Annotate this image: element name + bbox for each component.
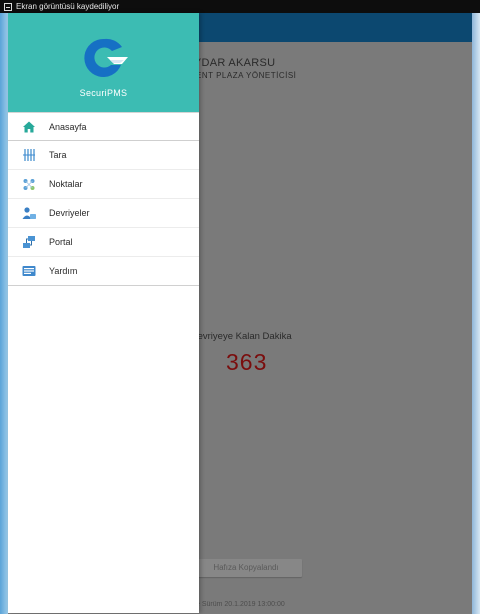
help-icon (22, 266, 36, 276)
menu-item-portal[interactable]: Portal (8, 228, 199, 257)
version-footer: e Sürüm 20.1.2019 13:00:00 (196, 601, 285, 608)
menu-label: Tara (49, 150, 67, 160)
user-name: AYDAR AKARSU (187, 57, 276, 69)
user-role: ENT PLAZA YÖNETİCİSİ (196, 71, 297, 80)
home-icon (23, 121, 35, 133)
countdown-value: 363 (226, 349, 268, 375)
menu-label: Anasayfa (49, 121, 87, 132)
navigation-drawer: SecuriPMS Anasayfa Tara Noktalar Devriye… (8, 13, 199, 613)
drawer-header: SecuriPMS (8, 13, 199, 112)
menu-item-anasayfa[interactable]: Anasayfa (8, 112, 199, 141)
patrols-icon (22, 207, 36, 219)
menu-label: Portal (49, 237, 73, 247)
points-icon (23, 179, 35, 190)
drawer-menu: Anasayfa Tara Noktalar Devriyeler Portal… (8, 112, 199, 286)
menu-item-noktalar[interactable]: Noktalar (8, 170, 199, 199)
menu-label: Devriyeler (49, 208, 90, 218)
countdown-label: i Devriyeye Kalan Dakika (186, 331, 292, 342)
menu-label: Yardım (49, 266, 78, 276)
menu-label: Noktalar (49, 179, 83, 189)
copy-toast: Hafıza Kopyalandı (190, 559, 302, 577)
menu-item-tara[interactable]: Tara (8, 141, 199, 170)
brand-name: SecuriPMS (79, 88, 128, 98)
menu-item-devriyeler[interactable]: Devriyeler (8, 199, 199, 228)
portal-icon (23, 236, 35, 248)
menu-item-yardim[interactable]: Yardım (8, 257, 199, 286)
securipms-logo-icon (84, 38, 128, 77)
screenshot-icon (4, 2, 12, 11)
scan-icon (23, 149, 35, 161)
status-text: Ekran görüntüsü kaydediliyor (16, 2, 120, 11)
status-bar: Ekran görüntüsü kaydediliyor (0, 0, 480, 13)
